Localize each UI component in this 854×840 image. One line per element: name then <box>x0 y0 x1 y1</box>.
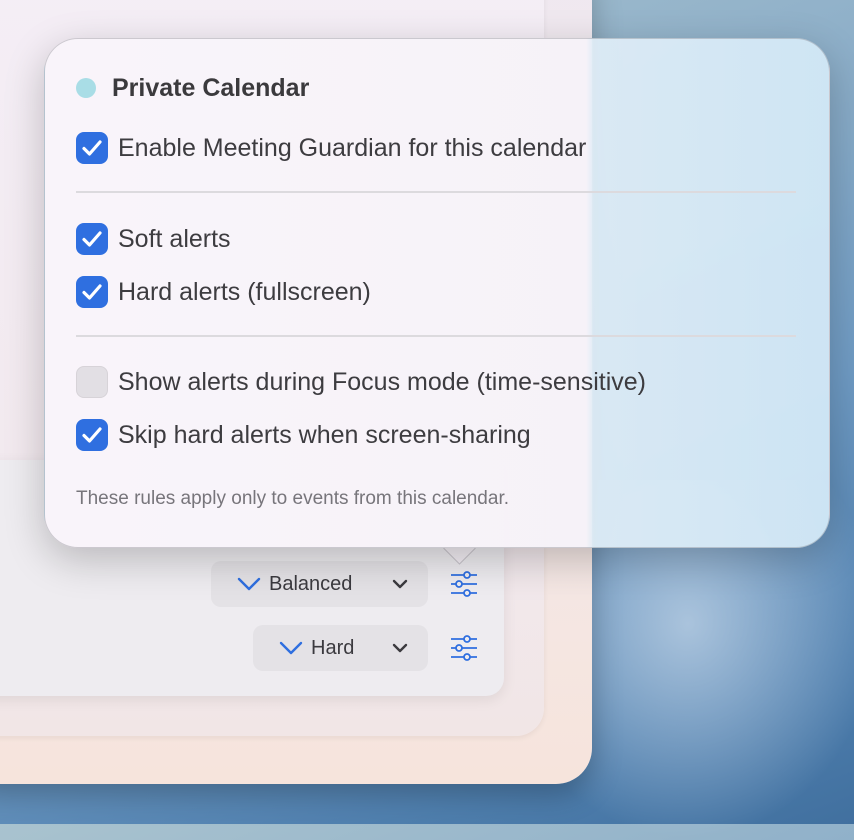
checkbox-checked-icon[interactable] <box>76 419 108 451</box>
alert-mode-value: Hard <box>311 636 355 659</box>
alert-mode-value: Balanced <box>269 572 353 595</box>
calendar-options-icon[interactable] <box>450 571 478 597</box>
popup-chevron-icon <box>392 577 410 591</box>
checkbox-unchecked-icon[interactable] <box>76 366 108 398</box>
calendar-options-icon[interactable] <box>450 635 478 661</box>
chevron-down-icon <box>279 638 305 658</box>
checkbox-label: Soft alerts <box>118 224 231 253</box>
popup-chevron-icon <box>392 641 410 655</box>
checkbox-label: Show alerts during Focus mode (time-sens… <box>118 367 646 396</box>
checkbox-checked-icon[interactable] <box>76 223 108 255</box>
checkbox-label: Enable Meeting Guardian for this calenda… <box>118 133 587 162</box>
calendar-color-dot <box>76 78 96 98</box>
soft-alerts-checkbox[interactable]: Soft alerts <box>76 222 231 256</box>
skip-screen-sharing-checkbox[interactable]: Skip hard alerts when screen-sharing <box>76 418 531 452</box>
focus-mode-checkbox[interactable]: Show alerts during Focus mode (time-sens… <box>76 365 646 399</box>
popover-header: Private Calendar <box>76 72 309 104</box>
enable-guardian-checkbox[interactable]: Enable Meeting Guardian for this calenda… <box>76 131 586 165</box>
checkbox-checked-icon[interactable] <box>76 132 108 164</box>
hard-alerts-checkbox[interactable]: Hard alerts (fullscreen) <box>76 275 371 309</box>
divider <box>76 335 796 337</box>
divider <box>76 191 796 193</box>
alert-mode-select-hard[interactable]: Hard <box>253 625 428 671</box>
chevron-down-icon <box>237 574 263 594</box>
checkbox-label: Hard alerts (fullscreen) <box>118 277 371 306</box>
popover-footnote: These rules apply only to events from th… <box>76 488 510 509</box>
popover-title: Private Calendar <box>112 73 310 102</box>
checkbox-label: Skip hard alerts when screen-sharing <box>118 420 531 449</box>
checkbox-checked-icon[interactable] <box>76 276 108 308</box>
alert-mode-select-balanced[interactable]: Balanced <box>211 561 428 607</box>
